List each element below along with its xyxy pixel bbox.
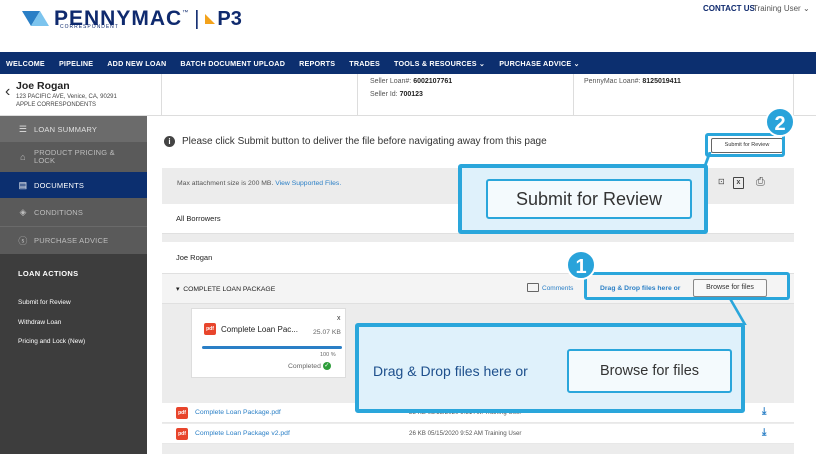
nav-tools-resources[interactable]: TOOLS & RESOURCES ⌄: [387, 59, 492, 68]
print-icon[interactable]: ⎙: [756, 177, 768, 188]
loan-info-bar: ‹ Joe Rogan 123 PACIFIC AVE, Venice, CA,…: [0, 74, 816, 116]
step-2-badge: 2: [765, 107, 795, 137]
upload-progress-percent: 100 %: [320, 352, 336, 358]
download-icon[interactable]: ⤓: [762, 406, 766, 417]
close-upload-button[interactable]: x: [337, 315, 341, 322]
sidebar-item-purchase-advice[interactable]: ⓢ PURCHASE ADVICE: [0, 226, 147, 254]
file-row[interactable]: pdf Complete Loan Package v2.pdf 26 KB 0…: [162, 424, 794, 444]
pennymac-logo[interactable]: PENNYMAC ™ | P3: [22, 8, 242, 30]
browse-highlight-frame: [584, 272, 790, 300]
sidebar: ☰ LOAN SUMMARY ⌂ PRODUCT PRICING & LOCK ▤ D…: [0, 116, 147, 454]
nav-trades[interactable]: TRADES: [342, 59, 387, 68]
submit-highlight-frame: [705, 133, 785, 157]
borrower-name: Joe Rogan: [16, 80, 70, 92]
sidebar-item-conditions[interactable]: ◈ CONDITIONS: [0, 198, 147, 226]
submit-zoom-button: Submit for Review: [486, 179, 692, 219]
excel-export-icon[interactable]: x: [733, 177, 744, 189]
comment-icon[interactable]: [527, 283, 539, 292]
top-header: PENNYMAC ™ | P3 CORRESPONDENT CONTACT US…: [0, 0, 816, 50]
pdf-export-icon[interactable]: ⊡: [718, 177, 725, 186]
submit-zoom-callout: Submit for Review: [458, 164, 708, 234]
pdf-file-icon: pdf: [176, 407, 188, 419]
p3-mark-icon: [205, 14, 216, 24]
comments-link[interactable]: Comments: [542, 285, 573, 292]
contact-us-link[interactable]: CONTACT US: [703, 4, 755, 13]
nav-purchase-advice[interactable]: PURCHASE ADVICE ⌄: [492, 59, 587, 68]
sidebar-item-documents[interactable]: ▤ DOCUMENTS: [0, 172, 147, 198]
browse-zoom-button: Browse for files: [567, 349, 732, 393]
check-icon: ✓: [322, 362, 331, 370]
file-meta: 26 KB 05/15/2020 9:52 AM Training User: [409, 430, 522, 437]
main-nav: WELCOME PIPELINE ADD NEW LOAN BATCH DOCU…: [0, 52, 816, 74]
nav-pipeline[interactable]: PIPELINE: [52, 59, 100, 68]
supported-files-link[interactable]: View Supported Files.: [275, 180, 341, 187]
p3-logo: P3: [205, 8, 242, 30]
action-submit-for-review[interactable]: Submit for Review: [18, 299, 71, 306]
download-icon[interactable]: ⤓: [762, 427, 766, 438]
pdf-file-icon: pdf: [204, 323, 216, 335]
file-name-link[interactable]: Complete Loan Package v2.pdf: [195, 430, 290, 437]
upload-status: Completed ✓: [288, 362, 331, 370]
borrower-address: 123 PACIFIC AVE, Venice, CA, 90291 APPLE…: [16, 94, 117, 108]
logo-subtitle: CORRESPONDENT: [60, 24, 119, 30]
upload-file-name: Complete Loan Pac...: [221, 325, 298, 334]
upload-progress-bar: [202, 346, 342, 349]
pennymac-logo-icon: [22, 11, 49, 29]
sidebar-item-product-pricing[interactable]: ⌂ PRODUCT PRICING & LOCK: [0, 142, 147, 172]
package-title: ▾ COMPLETE LOAN PACKAGE: [176, 286, 276, 293]
action-pricing-and-lock[interactable]: Pricing and Lock (New): [18, 338, 85, 345]
chevron-left-icon[interactable]: ‹: [5, 83, 10, 101]
action-withdraw-loan[interactable]: Withdraw Loan: [18, 319, 61, 326]
logo-tm: ™: [182, 10, 189, 16]
max-attachment-text: Max attachment size is 200 MB. View Supp…: [177, 180, 342, 187]
seller-loan-number: Seller Loan#: 6002107761: [370, 78, 453, 85]
pdf-file-icon: pdf: [176, 428, 188, 440]
zoom-drag-drop-text: Drag & Drop files here or: [373, 363, 528, 379]
alert-message: i Please click Submit button to deliver …: [164, 136, 547, 147]
list-icon: ☰: [18, 123, 28, 134]
borrower-row[interactable]: Joe Rogan: [162, 242, 794, 274]
file-name-link[interactable]: Complete Loan Package.pdf: [195, 409, 281, 416]
nav-welcome[interactable]: WELCOME: [0, 59, 52, 68]
nav-batch-upload[interactable]: BATCH DOCUMENT UPLOAD: [173, 59, 292, 68]
document-icon: ▤: [18, 179, 28, 190]
nav-add-new-loan[interactable]: ADD NEW LOAN: [100, 59, 173, 68]
logo-separator: |: [194, 8, 200, 30]
lock-icon: ⌂: [20, 152, 26, 162]
loan-actions-title: LOAN ACTIONS: [18, 269, 79, 278]
sidebar-item-loan-summary[interactable]: ☰ LOAN SUMMARY: [0, 116, 147, 142]
user-menu[interactable]: Training User ⌄: [753, 4, 810, 13]
step-1-badge: 1: [566, 250, 596, 280]
info-icon: i: [164, 136, 175, 147]
conditions-icon: ◈: [19, 206, 27, 217]
seller-id: Seller Id: 700123: [370, 91, 423, 98]
upload-file-size: 25.07 KB: [313, 329, 341, 336]
pennymac-loan-number: PennyMac Loan#: 8125019411: [584, 78, 681, 85]
upload-card: pdf Complete Loan Pac... x 25.07 KB 100 …: [191, 308, 346, 378]
browse-zoom-callout: Drag & Drop files here or Browse for fil…: [355, 323, 745, 413]
dollar-icon: ⓢ: [18, 236, 28, 246]
nav-reports[interactable]: REPORTS: [292, 59, 342, 68]
